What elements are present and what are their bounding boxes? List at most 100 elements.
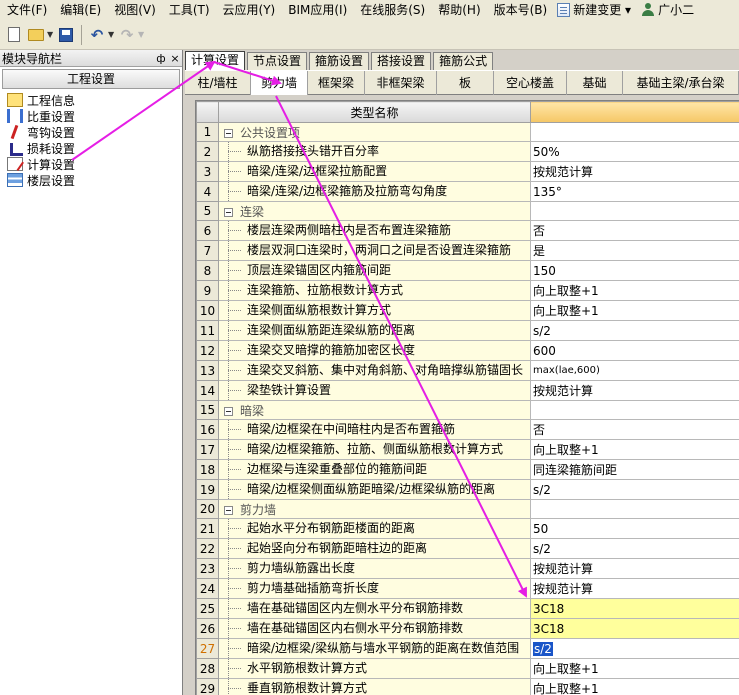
save-button[interactable] xyxy=(55,24,77,46)
table-row[interactable]: 4 暗梁/连梁/边框梁箍筋及拉筋弯勾角度 135° xyxy=(196,181,739,202)
subtab-column-wallcolumn[interactable]: 柱/墙柱 xyxy=(185,71,251,95)
tab-lap-settings[interactable]: 搭接设置 xyxy=(371,52,432,70)
subtab-frame-beam[interactable]: 框架梁 xyxy=(308,71,365,95)
nav-item-project-info[interactable]: 工程信息 xyxy=(0,92,182,108)
new-file-button[interactable] xyxy=(3,24,25,46)
setting-value-cell[interactable]: 50% xyxy=(530,141,739,162)
redo-dropdown-icon[interactable]: ▼ xyxy=(138,30,146,39)
table-row[interactable]: 9 连梁箍筋、拉筋根数计算方式 向上取整+1 xyxy=(196,280,739,301)
setting-value-cell[interactable]: 按规范计算 xyxy=(530,161,739,182)
setting-value-cell[interactable]: s/2 xyxy=(530,638,739,659)
setting-value-cell[interactable]: 50 xyxy=(530,518,739,539)
redo-button[interactable]: ↷ xyxy=(116,24,138,46)
setting-value-cell[interactable]: max(lae,600) xyxy=(530,360,739,381)
menu-assistant[interactable]: 广小二 xyxy=(637,0,700,20)
menu-view[interactable]: 视图(V) xyxy=(107,0,162,20)
menu-new-change[interactable]: 新建变更 ▾ xyxy=(553,0,637,20)
table-row[interactable]: 28 水平钢筋根数计算方式 向上取整+1 xyxy=(196,658,739,679)
subtab-foundation[interactable]: 基础 xyxy=(567,71,623,95)
table-row[interactable]: 6 楼层连梁两侧暗柱内是否布置连梁箍筋 否 xyxy=(196,220,739,241)
category-row[interactable]: 20 剪力墙 xyxy=(196,499,739,519)
collapse-toggle-icon[interactable] xyxy=(224,207,233,217)
setting-value-cell[interactable]: 否 xyxy=(530,419,739,440)
setting-value-cell[interactable]: 向上取整+1 xyxy=(530,678,739,695)
setting-value-cell[interactable]: 否 xyxy=(530,220,739,241)
setting-value-cell[interactable]: 是 xyxy=(530,240,739,261)
subtab-nonframe-beam[interactable]: 非框架梁 xyxy=(365,71,437,95)
category-row[interactable]: 1 公共设置项 xyxy=(196,122,739,142)
table-row[interactable]: 29 垂直钢筋根数计算方式 向上取整+1 xyxy=(196,678,739,695)
tab-calc-settings[interactable]: 计算设置 xyxy=(185,51,246,70)
menu-cloud[interactable]: 云应用(Y) xyxy=(216,0,282,20)
table-row[interactable]: 10 连梁侧面纵筋根数计算方式 向上取整+1 xyxy=(196,300,739,321)
setting-value-cell[interactable]: s/2 xyxy=(530,538,739,559)
table-row[interactable]: 11 连梁侧面纵筋距连梁纵筋的距离 s/2 xyxy=(196,320,739,341)
menu-online[interactable]: 在线服务(S) xyxy=(353,0,431,20)
menu-bim[interactable]: BIM应用(I) xyxy=(281,0,353,20)
setting-value-cell[interactable]: 向上取整+1 xyxy=(530,439,739,460)
collapse-toggle-icon[interactable] xyxy=(224,406,233,416)
nav-item-density[interactable]: 比重设置 xyxy=(0,108,182,124)
table-row[interactable]: 23 剪力墙纵筋露出长度 按规范计算 xyxy=(196,558,739,579)
table-row[interactable]: 7 楼层双洞口连梁时，两洞口之间是否设置连梁箍筋 是 xyxy=(196,240,739,261)
section-project-settings[interactable]: 工程设置 xyxy=(2,69,180,89)
setting-value-cell[interactable]: 150 xyxy=(530,260,739,281)
menu-version[interactable]: 版本号(B) xyxy=(487,0,554,20)
subtab-foundation-main-beam[interactable]: 基础主梁/承台梁 xyxy=(623,71,739,95)
collapse-toggle-icon[interactable] xyxy=(224,505,233,515)
table-row[interactable]: 18 边框梁与连梁重叠部位的箍筋间距 同连梁箍筋间距 xyxy=(196,459,739,480)
setting-value-cell[interactable]: s/2 xyxy=(530,320,739,341)
table-row[interactable]: 26 墙在基础锚固区内右侧水平分布钢筋排数 3C18 xyxy=(196,618,739,639)
nav-item-floor-settings[interactable]: 楼层设置 xyxy=(0,172,182,188)
tab-node-settings[interactable]: 节点设置 xyxy=(247,52,308,70)
setting-value-cell[interactable]: 3C18 xyxy=(530,618,739,639)
menu-tools[interactable]: 工具(T) xyxy=(162,0,216,20)
setting-value-cell[interactable]: 同连梁箍筋间距 xyxy=(530,459,739,480)
open-dropdown-icon[interactable]: ▼ xyxy=(47,30,55,39)
table-row[interactable]: 12 连梁交叉暗撑的箍筋加密区长度 600 xyxy=(196,340,739,361)
setting-value-cell[interactable]: s/2 xyxy=(530,479,739,500)
table-row[interactable]: 16 暗梁/边框梁在中间暗柱内是否布置箍筋 否 xyxy=(196,419,739,440)
pin-icon[interactable]: ф xyxy=(154,52,168,65)
open-file-button[interactable] xyxy=(25,24,47,46)
tab-stirrup-settings[interactable]: 箍筋设置 xyxy=(309,52,370,70)
menu-help[interactable]: 帮助(H) xyxy=(431,0,486,20)
menu-file[interactable]: 文件(F) xyxy=(0,0,53,20)
tab-stirrup-formula[interactable]: 箍筋公式 xyxy=(433,52,494,70)
setting-value-cell[interactable]: 3C18 xyxy=(530,598,739,619)
table-row[interactable]: 3 暗梁/连梁/边框梁拉筋配置 按规范计算 xyxy=(196,161,739,182)
subtab-shear-wall[interactable]: 剪力墙 xyxy=(251,71,308,95)
undo-dropdown-icon[interactable]: ▼ xyxy=(108,30,116,39)
table-row[interactable]: 8 顶层连梁锚固区内箍筋间距 150 xyxy=(196,260,739,281)
setting-value-cell[interactable]: 按规范计算 xyxy=(530,578,739,599)
collapse-toggle-icon[interactable] xyxy=(224,128,233,138)
setting-value-cell[interactable]: 向上取整+1 xyxy=(530,658,739,679)
table-row[interactable]: 27 暗梁/边框梁/梁纵筋与墙水平钢筋的距离在数值范围 s/2 xyxy=(196,638,739,659)
setting-value-cell[interactable]: 135° xyxy=(530,181,739,202)
setting-value-cell[interactable]: 按规范计算 xyxy=(530,380,739,401)
table-row[interactable]: 2 纵筋搭接接头错开百分率 50% xyxy=(196,141,739,162)
subtab-hollow-floor[interactable]: 空心楼盖 xyxy=(494,71,567,95)
table-row[interactable]: 14 梁垫铁计算设置 按规范计算 xyxy=(196,380,739,401)
table-row[interactable]: 21 起始水平分布钢筋距楼面的距离 50 xyxy=(196,518,739,539)
table-row[interactable]: 22 起始竖向分布钢筋距暗柱边的距离 s/2 xyxy=(196,538,739,559)
nav-item-calc-settings[interactable]: 计算设置 xyxy=(0,156,182,172)
setting-value-cell[interactable]: 按规范计算 xyxy=(530,558,739,579)
close-icon[interactable]: × xyxy=(168,52,182,65)
nav-item-hook[interactable]: 弯钩设置 xyxy=(0,124,182,140)
table-row[interactable]: 19 暗梁/边框梁侧面纵筋距暗梁/边框梁纵筋的距离 s/2 xyxy=(196,479,739,500)
category-row[interactable]: 5 连梁 xyxy=(196,201,739,221)
table-row[interactable]: 24 剪力墙基础插筋弯折长度 按规范计算 xyxy=(196,578,739,599)
setting-value-cell[interactable]: 向上取整+1 xyxy=(530,300,739,321)
menu-edit[interactable]: 编辑(E) xyxy=(53,0,107,20)
nav-item-loss[interactable]: 损耗设置 xyxy=(0,140,182,156)
setting-value-cell[interactable]: 600 xyxy=(530,340,739,361)
table-row[interactable]: 13 连梁交叉斜筋、集中对角斜筋、对角暗撑纵筋锚固长 max(lae,600) xyxy=(196,360,739,381)
table-row[interactable]: 17 暗梁/边框梁箍筋、拉筋、侧面纵筋根数计算方式 向上取整+1 xyxy=(196,439,739,460)
setting-value-cell[interactable]: 向上取整+1 xyxy=(530,280,739,301)
subtab-slab[interactable]: 板 xyxy=(437,71,494,95)
undo-button[interactable]: ↶ xyxy=(86,24,108,46)
table-row[interactable]: 25 墙在基础锚固区内左侧水平分布钢筋排数 3C18 xyxy=(196,598,739,619)
row-number: 2 xyxy=(196,141,219,162)
category-row[interactable]: 15 暗梁 xyxy=(196,400,739,420)
